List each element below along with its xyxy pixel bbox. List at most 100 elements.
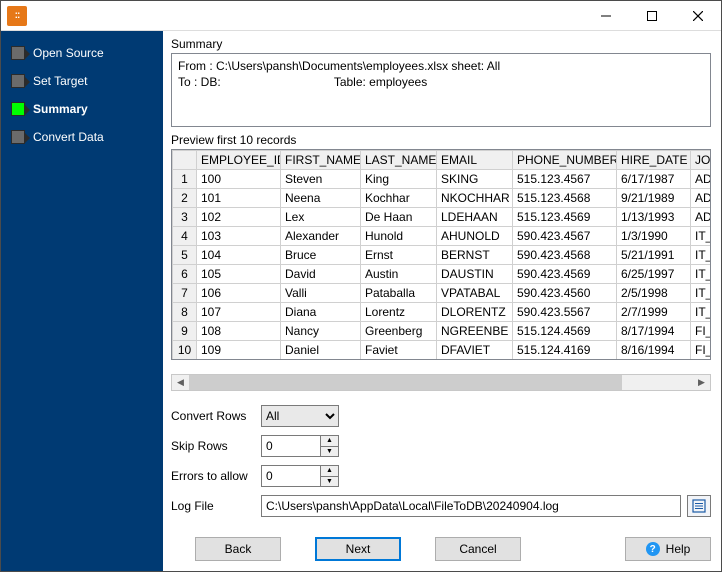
table-cell[interactable]: DAUSTIN — [437, 265, 513, 284]
scroll-right-icon[interactable]: ▶ — [693, 375, 710, 390]
horizontal-scrollbar[interactable]: ◀ ▶ — [171, 374, 711, 391]
table-cell[interactable]: Neena — [281, 189, 361, 208]
column-header[interactable]: LAST_NAME — [361, 151, 437, 170]
table-cell[interactable]: Daniel — [281, 341, 361, 360]
table-cell[interactable]: David — [281, 265, 361, 284]
table-cell[interactable]: De Haan — [361, 208, 437, 227]
cancel-button[interactable]: Cancel — [435, 537, 521, 561]
table-cell[interactable]: Kochhar — [361, 189, 437, 208]
table-row[interactable]: 3102LexDe HaanLDEHAAN515.123.45691/13/19… — [173, 208, 712, 227]
table-cell[interactable]: FI_A — [691, 341, 712, 360]
table-cell[interactable]: Steven — [281, 170, 361, 189]
table-cell[interactable]: AD_ — [691, 208, 712, 227]
table-cell[interactable]: 8/16/1994 — [617, 341, 691, 360]
table-cell[interactable]: DLORENTZ — [437, 303, 513, 322]
table-cell[interactable]: 5/21/1991 — [617, 246, 691, 265]
table-row[interactable]: 5104BruceErnstBERNST590.423.45685/21/199… — [173, 246, 712, 265]
table-cell[interactable]: BERNST — [437, 246, 513, 265]
table-cell[interactable]: Lorentz — [361, 303, 437, 322]
table-cell[interactable]: 6/17/1987 — [617, 170, 691, 189]
table-cell[interactable]: 2/5/1998 — [617, 284, 691, 303]
table-cell[interactable]: IT_P — [691, 303, 712, 322]
table-row[interactable]: 4103AlexanderHunoldAHUNOLD590.423.45671/… — [173, 227, 712, 246]
table-cell[interactable]: LDEHAAN — [437, 208, 513, 227]
table-cell[interactable]: 515.124.4169 — [513, 341, 617, 360]
minimize-button[interactable] — [583, 1, 629, 31]
table-cell[interactable]: 109 — [197, 341, 281, 360]
column-header[interactable]: FIRST_NAME — [281, 151, 361, 170]
table-cell[interactable]: AHUNOLD — [437, 227, 513, 246]
table-cell[interactable]: 101 — [197, 189, 281, 208]
table-cell[interactable]: Hunold — [361, 227, 437, 246]
browse-log-button[interactable] — [687, 495, 711, 517]
help-button[interactable]: ? Help — [625, 537, 711, 561]
sidebar-item-summary[interactable]: Summary — [1, 95, 163, 123]
table-cell[interactable]: AD_ — [691, 189, 712, 208]
spinner-down-icon[interactable]: ▼ — [320, 447, 338, 457]
table-cell[interactable]: VPATABAL — [437, 284, 513, 303]
table-cell[interactable]: 107 — [197, 303, 281, 322]
column-header[interactable]: EMAIL — [437, 151, 513, 170]
spinner-down-icon[interactable]: ▼ — [320, 477, 338, 487]
table-cell[interactable]: NKOCHHAR — [437, 189, 513, 208]
table-cell[interactable]: 590.423.4568 — [513, 246, 617, 265]
column-header[interactable]: PHONE_NUMBER — [513, 151, 617, 170]
table-cell[interactable]: IT_P — [691, 227, 712, 246]
skip-rows-spinner[interactable]: ▲▼ — [261, 435, 339, 457]
table-cell[interactable]: IT_P — [691, 265, 712, 284]
table-row[interactable]: 6105DavidAustinDAUSTIN590.423.45696/25/1… — [173, 265, 712, 284]
table-cell[interactable]: 1/3/1990 — [617, 227, 691, 246]
skip-rows-input[interactable] — [262, 436, 320, 456]
preview-table[interactable]: EMPLOYEE_ID FIRST_NAME LAST_NAME EMAIL P… — [171, 149, 711, 360]
table-cell[interactable]: FI_M — [691, 322, 712, 341]
table-cell[interactable]: Greenberg — [361, 322, 437, 341]
column-header[interactable]: JOB — [691, 151, 712, 170]
table-cell[interactable]: 6/25/1997 — [617, 265, 691, 284]
spinner-up-icon[interactable]: ▲ — [320, 436, 338, 447]
table-cell[interactable]: IT_P — [691, 246, 712, 265]
table-cell[interactable]: 590.423.5567 — [513, 303, 617, 322]
table-row[interactable]: 10109DanielFavietDFAVIET515.124.41698/16… — [173, 341, 712, 360]
scroll-left-icon[interactable]: ◀ — [172, 375, 189, 390]
table-row[interactable]: 8107DianaLorentzDLORENTZ590.423.55672/7/… — [173, 303, 712, 322]
table-cell[interactable]: 104 — [197, 246, 281, 265]
table-row[interactable]: 2101NeenaKochharNKOCHHAR515.123.45689/21… — [173, 189, 712, 208]
scroll-thumb[interactable] — [189, 375, 622, 390]
table-cell[interactable]: 8/17/1994 — [617, 322, 691, 341]
table-cell[interactable]: 515.123.4569 — [513, 208, 617, 227]
sidebar-item-open-source[interactable]: Open Source — [1, 39, 163, 67]
table-cell[interactable]: IT_P — [691, 284, 712, 303]
table-cell[interactable]: 102 — [197, 208, 281, 227]
column-header[interactable]: HIRE_DATE — [617, 151, 691, 170]
scroll-track[interactable] — [189, 375, 693, 390]
table-cell[interactable]: Austin — [361, 265, 437, 284]
table-cell[interactable]: 515.123.4568 — [513, 189, 617, 208]
table-cell[interactable]: 9/21/1989 — [617, 189, 691, 208]
table-cell[interactable]: 106 — [197, 284, 281, 303]
table-cell[interactable]: Alexander — [281, 227, 361, 246]
log-file-input[interactable] — [261, 495, 681, 517]
table-cell[interactable]: Bruce — [281, 246, 361, 265]
table-cell[interactable]: AD_ — [691, 170, 712, 189]
table-cell[interactable]: 590.423.4560 — [513, 284, 617, 303]
table-row[interactable]: 9108NancyGreenbergNGREENBE515.124.45698/… — [173, 322, 712, 341]
table-cell[interactable]: Nancy — [281, 322, 361, 341]
table-cell[interactable]: 515.124.4569 — [513, 322, 617, 341]
table-cell[interactable]: Faviet — [361, 341, 437, 360]
table-cell[interactable]: Lex — [281, 208, 361, 227]
errors-allow-input[interactable] — [262, 466, 320, 486]
table-row[interactable]: 7106ValliPataballaVPATABAL590.423.45602/… — [173, 284, 712, 303]
table-cell[interactable]: DFAVIET — [437, 341, 513, 360]
table-cell[interactable]: NGREENBE — [437, 322, 513, 341]
errors-allow-spinner[interactable]: ▲▼ — [261, 465, 339, 487]
table-cell[interactable]: Diana — [281, 303, 361, 322]
table-cell[interactable]: 1/13/1993 — [617, 208, 691, 227]
table-cell[interactable]: 105 — [197, 265, 281, 284]
sidebar-item-convert-data[interactable]: Convert Data — [1, 123, 163, 151]
table-cell[interactable]: 100 — [197, 170, 281, 189]
table-cell[interactable]: 103 — [197, 227, 281, 246]
convert-rows-select[interactable]: All — [261, 405, 339, 427]
table-cell[interactable]: 2/7/1999 — [617, 303, 691, 322]
back-button[interactable]: Back — [195, 537, 281, 561]
table-cell[interactable]: 108 — [197, 322, 281, 341]
